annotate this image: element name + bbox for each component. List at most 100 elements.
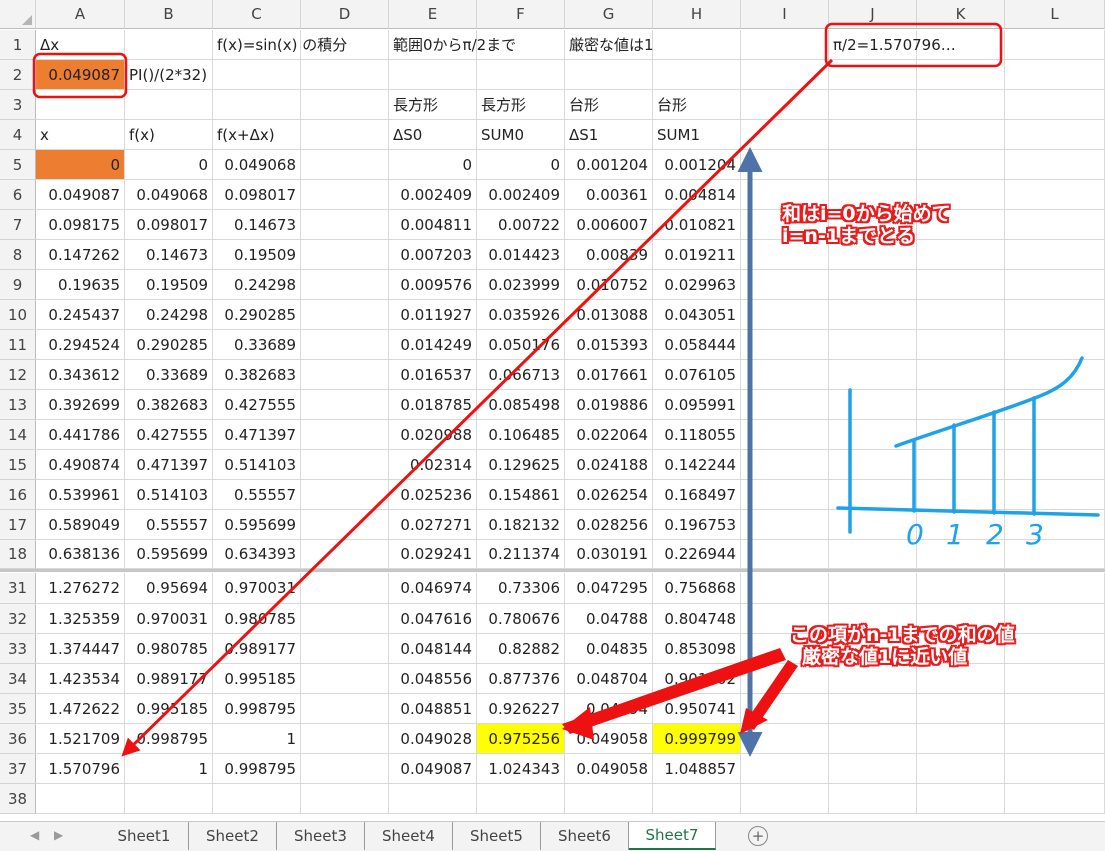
cell-j13[interactable]	[829, 390, 917, 420]
cell-j31[interactable]	[829, 573, 917, 604]
row-header-7[interactable]: 7	[0, 210, 36, 240]
column-header-k[interactable]: K	[917, 0, 1005, 29]
cell-l12[interactable]	[1005, 360, 1105, 390]
cell-e36[interactable]: 0.049028	[389, 724, 477, 754]
cell-e9[interactable]: 0.009576	[389, 270, 477, 300]
cell-k10[interactable]	[917, 300, 1005, 330]
cell-b37[interactable]: 1	[125, 754, 213, 784]
row-header-4[interactable]: 4	[0, 120, 36, 150]
cell-l4[interactable]	[1005, 120, 1105, 150]
cell-f14[interactable]: 0.106485	[477, 420, 565, 450]
cell-i4[interactable]	[741, 120, 829, 150]
cell-b15[interactable]: 0.471397	[125, 450, 213, 480]
row-header-5[interactable]: 5	[0, 150, 36, 180]
cell-b5[interactable]: 0	[125, 150, 213, 180]
cell-f38[interactable]	[477, 784, 565, 814]
cell-l11[interactable]	[1005, 330, 1105, 360]
cell-a35[interactable]: 1.472622	[36, 694, 125, 724]
row-header-31[interactable]: 31	[0, 573, 36, 604]
cell-a31[interactable]: 1.276272	[36, 573, 125, 604]
cell-k13[interactable]	[917, 390, 1005, 420]
cell-e3[interactable]: 長方形	[389, 90, 477, 120]
row-header-11[interactable]: 11	[0, 330, 36, 360]
row-header-18[interactable]: 18	[0, 540, 36, 569]
cell-b35[interactable]: 0.995185	[125, 694, 213, 724]
cell-k34[interactable]	[917, 664, 1005, 694]
row-header-14[interactable]: 14	[0, 420, 36, 450]
sheet-tab-sheet7[interactable]: Sheet7	[629, 822, 716, 850]
cell-g17[interactable]: 0.028256	[565, 510, 653, 540]
cell-f18[interactable]: 0.211374	[477, 540, 565, 569]
cell-b14[interactable]: 0.427555	[125, 420, 213, 450]
cell-l35[interactable]	[1005, 694, 1105, 724]
cell-e33[interactable]: 0.048144	[389, 634, 477, 664]
cell-k12[interactable]	[917, 360, 1005, 390]
cell-i2[interactable]	[741, 60, 829, 90]
select-all-corner[interactable]	[0, 0, 36, 29]
cell-l7[interactable]	[1005, 210, 1105, 240]
cell-b31[interactable]: 0.95694	[125, 573, 213, 604]
cell-c32[interactable]: 0.980785	[213, 604, 301, 634]
cell-j10[interactable]	[829, 300, 917, 330]
cell-l32[interactable]	[1005, 604, 1105, 634]
cell-i11[interactable]	[741, 330, 829, 360]
cell-g35[interactable]: 0.04894	[565, 694, 653, 724]
cell-e18[interactable]: 0.029241	[389, 540, 477, 569]
cell-l6[interactable]	[1005, 180, 1105, 210]
cell-k4[interactable]	[917, 120, 1005, 150]
cell-c16[interactable]: 0.55557	[213, 480, 301, 510]
cell-b13[interactable]: 0.382683	[125, 390, 213, 420]
cell-l36[interactable]	[1005, 724, 1105, 754]
cell-k16[interactable]	[917, 480, 1005, 510]
cell-h14[interactable]: 0.118055	[653, 420, 741, 450]
cell-f6[interactable]: 0.002409	[477, 180, 565, 210]
cell-g18[interactable]: 0.030191	[565, 540, 653, 569]
cell-g38[interactable]	[565, 784, 653, 814]
cell-a10[interactable]: 0.245437	[36, 300, 125, 330]
cell-g32[interactable]: 0.04788	[565, 604, 653, 634]
cell-c12[interactable]: 0.382683	[213, 360, 301, 390]
cell-e11[interactable]: 0.014249	[389, 330, 477, 360]
cell-b7[interactable]: 0.098017	[125, 210, 213, 240]
cell-k35[interactable]	[917, 694, 1005, 724]
cell-d4[interactable]	[301, 120, 389, 150]
cell-c11[interactable]: 0.33689	[213, 330, 301, 360]
cell-d16[interactable]	[301, 480, 389, 510]
cell-h38[interactable]	[653, 784, 741, 814]
cell-e34[interactable]: 0.048556	[389, 664, 477, 694]
cell-d36[interactable]	[301, 724, 389, 754]
cell-a8[interactable]: 0.147262	[36, 240, 125, 270]
cell-f9[interactable]: 0.023999	[477, 270, 565, 300]
cell-h3[interactable]: 台形	[653, 90, 741, 120]
cell-e1[interactable]: 範囲0からπ/2まで	[389, 30, 516, 60]
cell-b12[interactable]: 0.33689	[125, 360, 213, 390]
cell-h15[interactable]: 0.142244	[653, 450, 741, 480]
cell-b18[interactable]: 0.595699	[125, 540, 213, 569]
cell-f36[interactable]: 0.975256	[477, 724, 565, 754]
cell-d5[interactable]	[301, 150, 389, 180]
cell-h32[interactable]: 0.804748	[653, 604, 741, 634]
cell-d37[interactable]	[301, 754, 389, 784]
cell-d8[interactable]	[301, 240, 389, 270]
cell-l14[interactable]	[1005, 420, 1105, 450]
cell-c8[interactable]: 0.19509	[213, 240, 301, 270]
cell-d7[interactable]	[301, 210, 389, 240]
row-header-16[interactable]: 16	[0, 480, 36, 510]
cell-g34[interactable]: 0.048704	[565, 664, 653, 694]
cell-h9[interactable]: 0.029963	[653, 270, 741, 300]
cell-g10[interactable]: 0.013088	[565, 300, 653, 330]
cell-d1[interactable]	[301, 30, 389, 60]
cell-a33[interactable]: 1.374447	[36, 634, 125, 664]
cell-l37[interactable]	[1005, 754, 1105, 784]
cell-h8[interactable]: 0.019211	[653, 240, 741, 270]
cell-i12[interactable]	[741, 360, 829, 390]
cell-l8[interactable]	[1005, 240, 1105, 270]
cell-d17[interactable]	[301, 510, 389, 540]
column-header-b[interactable]: B	[125, 0, 213, 29]
cell-e12[interactable]: 0.016537	[389, 360, 477, 390]
cell-c35[interactable]: 0.998795	[213, 694, 301, 724]
cell-g11[interactable]: 0.015393	[565, 330, 653, 360]
cell-f10[interactable]: 0.035926	[477, 300, 565, 330]
cell-h12[interactable]: 0.076105	[653, 360, 741, 390]
cell-b38[interactable]	[125, 784, 213, 814]
